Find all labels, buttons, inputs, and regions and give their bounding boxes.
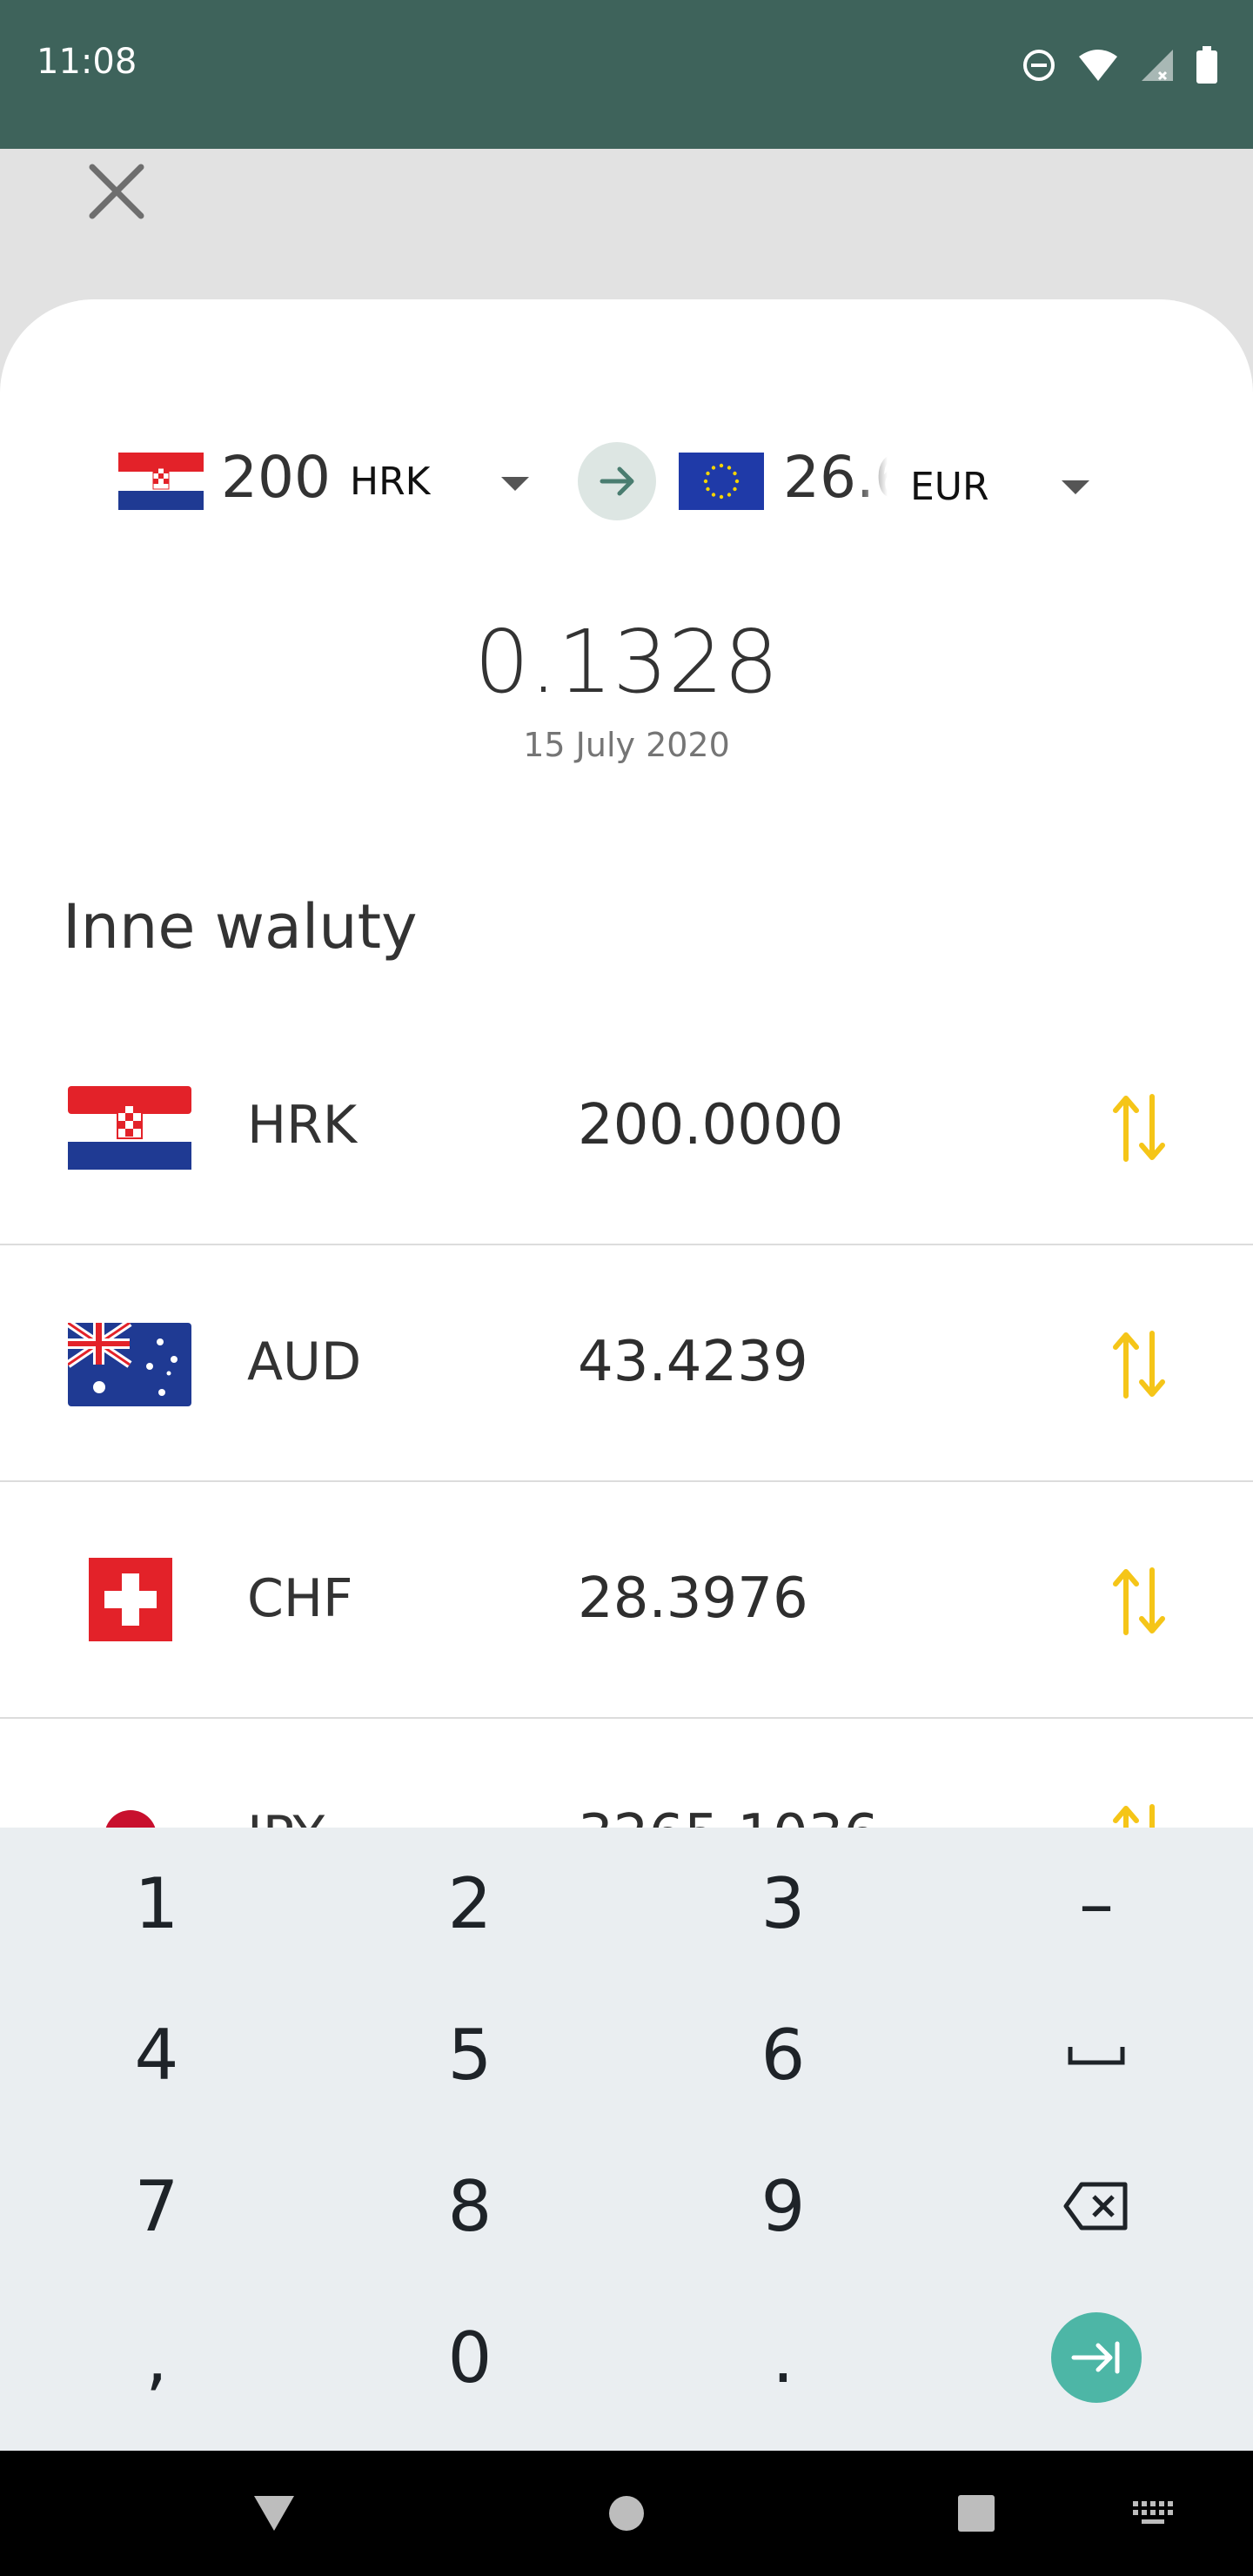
arrow-right-icon (600, 466, 634, 496)
key-3[interactable]: 3 (626, 1828, 940, 1979)
eu-flag-icon (679, 453, 764, 510)
next-button[interactable] (1051, 2312, 1142, 2403)
row-divider (0, 1244, 1253, 1245)
keyboard-icon[interactable] (1133, 2501, 1175, 2527)
back-icon[interactable] (252, 2494, 296, 2532)
do-not-disturb-icon (1023, 50, 1055, 81)
currency-value: 43.4239 (578, 1330, 808, 1394)
home-icon[interactable] (607, 2494, 646, 2532)
currency-code: CHF (247, 1568, 353, 1629)
swap-icon[interactable] (1109, 1330, 1169, 1399)
signal-icon (1142, 50, 1173, 81)
key-backspace[interactable] (940, 2130, 1253, 2282)
backspace-icon (1063, 2182, 1128, 2231)
from-currency-dropdown-icon[interactable] (501, 477, 529, 491)
rate-date: 15 July 2020 (523, 726, 730, 764)
to-currency-dropdown-icon[interactable] (1062, 480, 1089, 494)
exchange-rate: 0.1328 (474, 611, 779, 713)
key-minus[interactable]: – (940, 1828, 1253, 1979)
croatia-flag-icon (118, 453, 204, 510)
status-bar: 11:08 (0, 0, 1253, 149)
navigation-bar (0, 2451, 1253, 2576)
currency-row[interactable]: AUD 43.4239 (0, 1246, 1253, 1482)
key-8[interactable]: 8 (313, 2130, 626, 2282)
convert-direction-button[interactable] (578, 442, 656, 520)
key-5[interactable]: 5 (313, 1979, 626, 2130)
key-1[interactable]: 1 (0, 1828, 313, 1979)
row-divider (0, 1717, 1253, 1719)
key-7[interactable]: 7 (0, 2130, 313, 2282)
from-currency-code[interactable]: HRK (350, 460, 431, 504)
other-currencies-title: Inne waluty (63, 891, 418, 963)
status-icons (1022, 45, 1218, 85)
currency-code: HRK (247, 1095, 358, 1156)
space-icon (1068, 2047, 1125, 2065)
key-next[interactable] (940, 2282, 1253, 2433)
key-comma[interactable]: , (0, 2282, 313, 2433)
croatia-flag-icon (68, 1086, 191, 1170)
key-4[interactable]: 4 (0, 1979, 313, 2130)
wifi-icon (1079, 50, 1117, 81)
key-9[interactable]: 9 (626, 2130, 940, 2282)
to-amount[interactable]: 26.6 (783, 444, 888, 511)
currency-value: 200.0000 (578, 1093, 844, 1157)
swap-icon[interactable] (1109, 1566, 1169, 1636)
switzerland-flag-icon (89, 1558, 172, 1641)
numeric-keypad: 1 2 3 – 4 5 6 7 8 9 , 0 . (0, 1828, 1253, 2451)
key-0[interactable]: 0 (313, 2282, 626, 2433)
close-icon[interactable] (87, 162, 146, 221)
battery-icon (1196, 46, 1217, 84)
swap-icon[interactable] (1109, 1093, 1169, 1163)
to-currency-code[interactable]: EUR (910, 465, 989, 509)
recents-icon[interactable] (957, 2494, 995, 2532)
currency-code: AUD (247, 1332, 362, 1392)
currency-row[interactable]: HRK 200.0000 (0, 1010, 1253, 1245)
key-6[interactable]: 6 (626, 1979, 940, 2130)
key-space[interactable] (940, 1979, 1253, 2130)
australia-flag-icon (68, 1323, 191, 1406)
row-divider (0, 1480, 1253, 1482)
currency-row[interactable]: CHF 28.3976 (0, 1483, 1253, 1719)
from-amount[interactable]: 200 (221, 444, 331, 511)
tab-next-icon (1071, 2341, 1120, 2374)
key-period[interactable]: . (626, 2282, 940, 2433)
key-2[interactable]: 2 (313, 1828, 626, 1979)
currency-value: 28.3976 (578, 1566, 808, 1631)
status-time: 11:08 (37, 42, 137, 82)
